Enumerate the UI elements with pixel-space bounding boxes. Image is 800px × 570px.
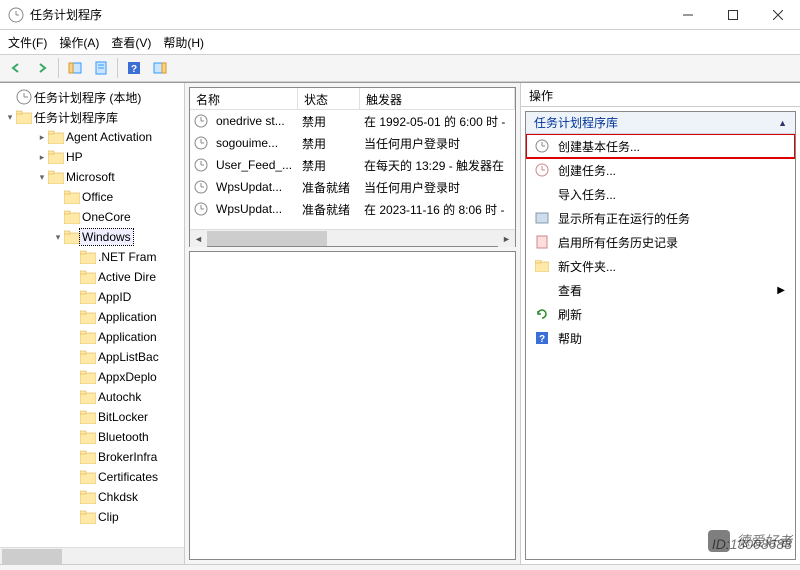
task-row[interactable]: WpsUpdat...准备就绪在 2023-11-16 的 8:06 时 - bbox=[190, 198, 515, 220]
tree-item-application[interactable]: Application bbox=[0, 307, 184, 327]
action-view[interactable]: 查看 ▶ bbox=[526, 278, 795, 302]
list-scrollbar-horizontal[interactable]: ◄► bbox=[190, 229, 515, 246]
tree-item--net-fram[interactable]: .NET Fram bbox=[0, 247, 184, 267]
tree-item-active-dire[interactable]: Active Dire bbox=[0, 267, 184, 287]
tree-item-autochk[interactable]: Autochk bbox=[0, 387, 184, 407]
action-refresh[interactable]: 刷新 bbox=[526, 302, 795, 326]
action-import-task[interactable]: 导入任务... bbox=[526, 182, 795, 206]
tree-item-office[interactable]: Office bbox=[0, 187, 184, 207]
toolbar-separator bbox=[58, 58, 59, 78]
window-title: 任务计划程序 bbox=[30, 6, 665, 23]
submenu-arrow-icon: ▶ bbox=[777, 285, 785, 296]
history-icon bbox=[534, 234, 550, 250]
action-pane-button[interactable] bbox=[148, 57, 172, 79]
tree-item-onecore[interactable]: OneCore bbox=[0, 207, 184, 227]
tree-item-appxdeplo[interactable]: AppxDeplo bbox=[0, 367, 184, 387]
tree-library[interactable]: ▾任务计划程序库 bbox=[0, 107, 184, 127]
create-task-icon bbox=[534, 162, 550, 178]
statusbar bbox=[0, 564, 800, 570]
actions-group-header[interactable]: 任务计划程序库▲ bbox=[526, 112, 795, 134]
col-status[interactable]: 状态 bbox=[298, 88, 360, 110]
import-icon bbox=[534, 186, 550, 202]
actions-header: 操作 bbox=[521, 83, 800, 107]
view-icon bbox=[534, 282, 550, 298]
tree-item-chkdsk[interactable]: Chkdsk bbox=[0, 487, 184, 507]
tree-root[interactable]: 任务计划程序 (本地) bbox=[0, 87, 184, 107]
help-button[interactable]: ? bbox=[122, 57, 146, 79]
app-icon bbox=[8, 7, 24, 23]
actions-pane: 操作 任务计划程序库▲ 创建基本任务... 创建任务... 导入任务... 显示… bbox=[521, 83, 800, 564]
minimize-button[interactable] bbox=[665, 0, 710, 29]
action-show-running[interactable]: 显示所有正在运行的任务 bbox=[526, 206, 795, 230]
tree-item-hp[interactable]: ▸HP bbox=[0, 147, 184, 167]
menubar: 文件(F) 操作(A) 查看(V) 帮助(H) bbox=[0, 30, 800, 54]
svg-text:?: ? bbox=[539, 334, 545, 345]
tree-item-brokerinfra[interactable]: BrokerInfra bbox=[0, 447, 184, 467]
new-folder-icon bbox=[534, 258, 550, 274]
task-row[interactable]: onedrive st...禁用在 1992-05-01 的 6:00 时 - bbox=[190, 110, 515, 132]
menu-help[interactable]: 帮助(H) bbox=[163, 34, 204, 51]
forward-button[interactable] bbox=[30, 57, 54, 79]
task-list: 名称 状态 触发器 onedrive st...禁用在 1992-05-01 的… bbox=[189, 87, 516, 247]
action-new-folder[interactable]: 新文件夹... bbox=[526, 254, 795, 278]
titlebar: 任务计划程序 bbox=[0, 0, 800, 30]
svg-text:?: ? bbox=[131, 64, 137, 75]
task-row[interactable]: User_Feed_...禁用在每天的 13:29 - 触发器在 bbox=[190, 154, 515, 176]
create-basic-icon bbox=[534, 138, 550, 154]
menu-view[interactable]: 查看(V) bbox=[111, 34, 151, 51]
back-button[interactable] bbox=[4, 57, 28, 79]
col-trigger[interactable]: 触发器 bbox=[360, 88, 515, 110]
menu-action[interactable]: 操作(A) bbox=[59, 34, 99, 51]
tree-item-bluetooth[interactable]: Bluetooth bbox=[0, 427, 184, 447]
tree-scrollbar-horizontal[interactable] bbox=[0, 547, 184, 564]
task-row[interactable]: WpsUpdat...准备就绪当任何用户登录时 bbox=[190, 176, 515, 198]
tree-item-certificates[interactable]: Certificates bbox=[0, 467, 184, 487]
menu-file[interactable]: 文件(F) bbox=[8, 34, 47, 51]
watermark-id: ID:13008688 bbox=[712, 536, 792, 552]
tree-item-applistbac[interactable]: AppListBac bbox=[0, 347, 184, 367]
tree-item-application[interactable]: Application bbox=[0, 327, 184, 347]
action-create-task[interactable]: 创建任务... bbox=[526, 158, 795, 182]
action-create-basic-task[interactable]: 创建基本任务... bbox=[526, 134, 795, 158]
toolbar: ? bbox=[0, 54, 800, 82]
show-tree-button[interactable] bbox=[63, 57, 87, 79]
tree-item-bitlocker[interactable]: BitLocker bbox=[0, 407, 184, 427]
running-icon bbox=[534, 210, 550, 226]
toolbar-separator bbox=[117, 58, 118, 78]
action-help[interactable]: ? 帮助 bbox=[526, 326, 795, 350]
task-list-pane: 名称 状态 触发器 onedrive st...禁用在 1992-05-01 的… bbox=[185, 83, 521, 564]
close-button[interactable] bbox=[755, 0, 800, 29]
tree-item-agent-activation[interactable]: ▸Agent Activation bbox=[0, 127, 184, 147]
task-row[interactable]: sogouime...禁用当任何用户登录时 bbox=[190, 132, 515, 154]
tree-item-appid[interactable]: AppID bbox=[0, 287, 184, 307]
task-preview bbox=[189, 251, 516, 560]
tree-item-microsoft[interactable]: ▾Microsoft bbox=[0, 167, 184, 187]
tree-item-windows[interactable]: ▾Windows bbox=[0, 227, 184, 247]
refresh-icon bbox=[534, 306, 550, 322]
col-name[interactable]: 名称 bbox=[190, 88, 298, 110]
help-icon: ? bbox=[534, 330, 550, 346]
tree-item-clip[interactable]: Clip bbox=[0, 507, 184, 527]
maximize-button[interactable] bbox=[710, 0, 755, 29]
properties-button[interactable] bbox=[89, 57, 113, 79]
action-enable-history[interactable]: 启用所有任务历史记录 bbox=[526, 230, 795, 254]
tree-pane: 任务计划程序 (本地)▾任务计划程序库▸Agent Activation▸HP▾… bbox=[0, 83, 185, 564]
